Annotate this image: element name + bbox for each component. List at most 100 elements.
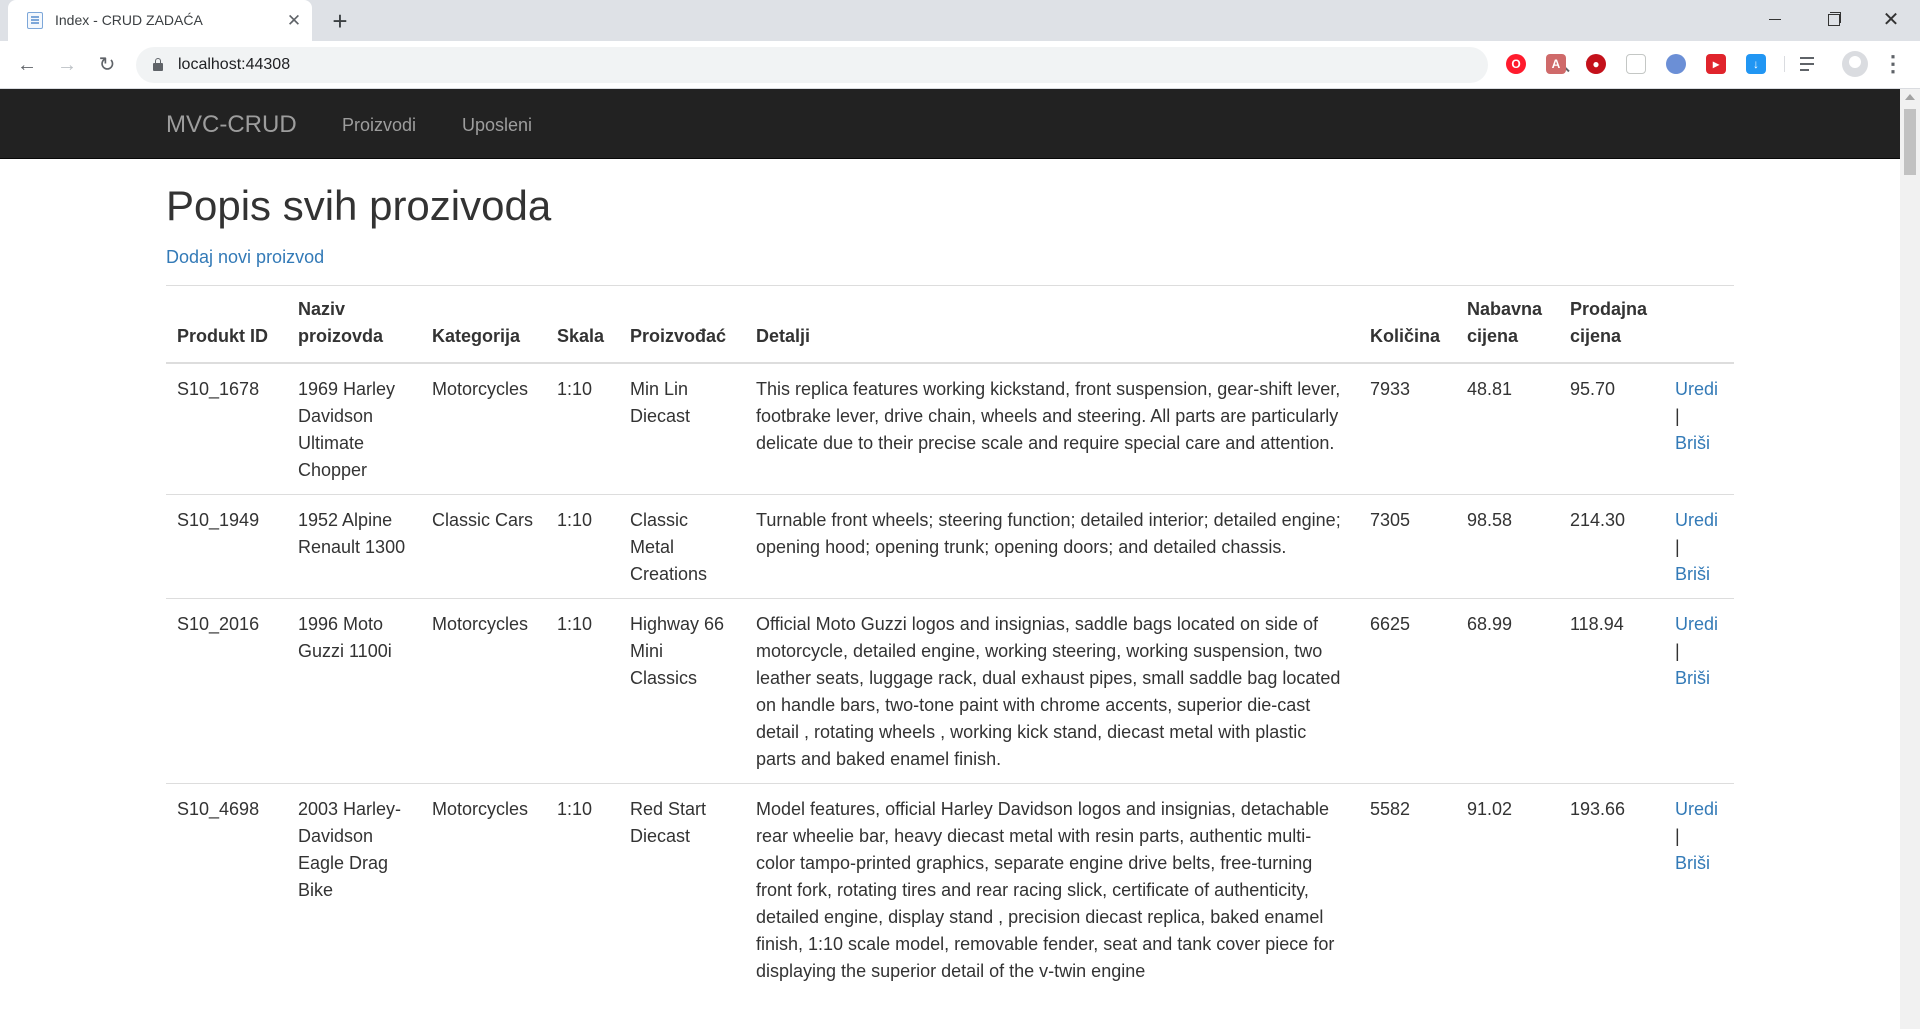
category-cell: Motorcycles (421, 362, 546, 495)
scroll-up-arrow-icon[interactable] (1905, 94, 1915, 100)
product-name-cell: 1996 Moto Guzzi 1100i (287, 598, 421, 784)
product-id-cell: S10_2016 (166, 598, 287, 784)
product-id-cell: S10_1949 (166, 494, 287, 599)
browser-tab[interactable]: Index - CRUD ZADAĆA ✕ (8, 0, 312, 41)
product-name-cell: 1969 Harley Davidson Ultimate Chopper (287, 362, 421, 495)
table-header-row: Produkt ID Naziv proizovda Kategorija Sk… (166, 285, 1734, 364)
quantity-cell: 7305 (1359, 494, 1456, 599)
address-bar[interactable]: localhost:44308 ☆ (136, 47, 1603, 83)
page-viewport: MVC-CRUD Proizvodi Uposleni Popis svih p… (0, 89, 1900, 1029)
lock-icon[interactable] (153, 58, 163, 71)
action-separator: | (1675, 406, 1680, 426)
vendor-cell: Highway 66 Mini Classics (619, 598, 745, 784)
site-navbar: MVC-CRUD Proizvodi Uposleni (0, 89, 1900, 159)
scale-cell: 1:10 (546, 362, 619, 495)
opera-extension-icon[interactable]: O (1506, 54, 1526, 74)
column-header: Produkt ID (166, 285, 287, 364)
minimize-window-button[interactable] (1752, 0, 1798, 41)
products-table: Produkt ID Naziv proizovda Kategorija Sk… (166, 285, 1734, 995)
category-cell: Classic Cars (421, 494, 546, 599)
edit-link[interactable]: Uredi (1675, 614, 1718, 634)
vendor-cell: Classic Metal Creations (619, 494, 745, 599)
actions-cell: Uredi | Briši (1664, 598, 1734, 784)
product-name-cell: 2003 Harley-Davidson Eagle Drag Bike (287, 783, 421, 995)
details-cell: Official Moto Guzzi logos and insignias,… (745, 598, 1359, 784)
column-header: Kategorija (421, 285, 546, 364)
reload-icon[interactable]: ↻ (92, 50, 122, 80)
table-row: S10_2016 1996 Moto Guzzi 1100i Motorcycl… (166, 598, 1734, 784)
quantity-cell: 7933 (1359, 362, 1456, 495)
tab-title: Index - CRUD ZADAĆA (55, 12, 203, 28)
close-window-button[interactable]: ✕ (1868, 0, 1914, 41)
product-name-cell: 1952 Alpine Renault 1300 (287, 494, 421, 599)
action-separator: | (1675, 641, 1680, 661)
product-id-cell: S10_4698 (166, 783, 287, 995)
download-extension-icon[interactable]: ↓ (1746, 54, 1766, 74)
action-separator: | (1675, 537, 1680, 557)
pdf-extension-icon[interactable]: A (1546, 54, 1566, 74)
delete-link[interactable]: Briši (1675, 433, 1710, 453)
column-header: Nabavna cijena (1456, 285, 1559, 364)
category-cell: Motorcycles (421, 598, 546, 784)
column-header: Prodajna cijena (1559, 285, 1664, 364)
delete-link[interactable]: Briši (1675, 668, 1710, 688)
details-cell: Turnable front wheels; steering function… (745, 494, 1359, 599)
media-playlist-icon[interactable] (1798, 54, 1820, 74)
edit-link[interactable]: Uredi (1675, 510, 1718, 530)
add-product-link[interactable]: Dodaj novi proizvod (166, 247, 324, 268)
page-scrollbar[interactable] (1900, 89, 1920, 1029)
delete-link[interactable]: Briši (1675, 564, 1710, 584)
table-row: S10_1678 1969 Harley Davidson Ultimate C… (166, 362, 1734, 495)
circle-extension-icon[interactable] (1666, 54, 1686, 74)
actions-cell: Uredi | Briši (1664, 494, 1734, 599)
scrollbar-thumb[interactable] (1904, 109, 1916, 175)
toolbar-separator (1784, 56, 1785, 72)
gray-extension-icon[interactable] (1626, 54, 1646, 74)
buy-price-cell: 91.02 (1456, 783, 1559, 995)
delete-link[interactable]: Briši (1675, 853, 1710, 873)
column-header: Količina (1359, 285, 1456, 364)
browser-menu-icon[interactable]: ⋮ (1882, 51, 1904, 77)
details-cell: Model features, official Harley Davidson… (745, 783, 1359, 995)
new-tab-button[interactable]: + (325, 6, 355, 36)
sell-price-cell: 118.94 (1559, 598, 1664, 784)
url-text[interactable]: localhost:44308 (178, 56, 290, 74)
vendor-cell: Min Lin Diecast (619, 362, 745, 495)
quantity-cell: 5582 (1359, 783, 1456, 995)
red-extension-icon[interactable]: ▸ (1706, 54, 1726, 74)
actions-cell: Uredi | Briši (1664, 362, 1734, 495)
sell-price-cell: 193.66 (1559, 783, 1664, 995)
table-row: S10_4698 2003 Harley-Davidson Eagle Drag… (166, 783, 1734, 995)
tab-strip: Index - CRUD ZADAĆA ✕ + ✕ (0, 0, 1920, 41)
close-tab-icon[interactable]: ✕ (282, 9, 306, 33)
profile-avatar-icon[interactable] (1842, 51, 1868, 77)
column-header: Skala (546, 285, 619, 364)
buy-price-cell: 48.81 (1456, 362, 1559, 495)
restore-window-button[interactable] (1810, 0, 1856, 41)
action-separator: | (1675, 826, 1680, 846)
actions-cell: Uredi | Briši (1664, 783, 1734, 995)
column-header (1664, 285, 1734, 364)
nav-link-proizvodi[interactable]: Proizvodi (342, 115, 416, 136)
vendor-cell: Red Start Diecast (619, 783, 745, 995)
product-id-cell: S10_1678 (166, 362, 287, 495)
column-header: Naziv proizovda (287, 285, 421, 364)
scale-cell: 1:10 (546, 783, 619, 995)
forward-arrow-icon[interactable]: → (52, 50, 82, 80)
buy-price-cell: 98.58 (1456, 494, 1559, 599)
navbar-brand[interactable]: MVC-CRUD (166, 111, 297, 139)
column-header: Proizvođać (619, 285, 745, 364)
sell-price-cell: 95.70 (1559, 362, 1664, 495)
back-arrow-icon[interactable]: ← (12, 50, 42, 80)
category-cell: Motorcycles (421, 783, 546, 995)
page-icon (27, 12, 43, 29)
buy-price-cell: 68.99 (1456, 598, 1559, 784)
details-cell: This replica features working kickstand,… (745, 362, 1359, 495)
edit-link[interactable]: Uredi (1675, 799, 1718, 819)
ninja-extension-icon[interactable]: ● (1586, 54, 1606, 74)
edit-link[interactable]: Uredi (1675, 379, 1718, 399)
quantity-cell: 6625 (1359, 598, 1456, 784)
sell-price-cell: 214.30 (1559, 494, 1664, 599)
nav-link-uposleni[interactable]: Uposleni (462, 115, 532, 136)
scale-cell: 1:10 (546, 598, 619, 784)
